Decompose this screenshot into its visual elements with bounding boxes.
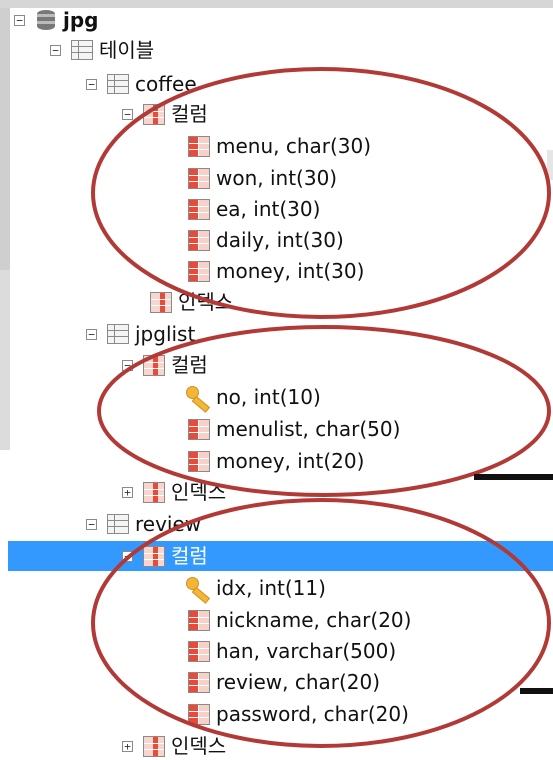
- tree-node-table-jpglist[interactable]: − jpglist: [86, 320, 195, 348]
- column-label: menulist, char(50): [216, 417, 401, 441]
- column-icon: [188, 640, 210, 662]
- column-icon: [188, 260, 210, 282]
- database-label: jpg: [63, 8, 99, 32]
- table-label: review: [135, 512, 202, 536]
- table-icon: [71, 40, 93, 60]
- tree-node-columns-selected[interactable]: − 컬럼: [122, 542, 208, 570]
- tree-node-columns[interactable]: − 컬럼: [122, 100, 208, 128]
- tree-node-column[interactable]: menu, char(30): [188, 132, 371, 160]
- table-icon: [107, 514, 129, 534]
- database-icon: [35, 8, 57, 32]
- column-label: menu, char(30): [216, 134, 372, 158]
- column-label: han, varchar(500): [216, 639, 397, 663]
- expand-toggle[interactable]: +: [122, 486, 133, 498]
- annotation-black-mark: [520, 688, 553, 694]
- collapse-toggle[interactable]: −: [122, 550, 133, 562]
- collapse-toggle[interactable]: −: [50, 44, 61, 56]
- column-icon: [188, 135, 210, 157]
- column-icon: [188, 609, 210, 631]
- tree-node-index[interactable]: + 인덱스: [122, 478, 226, 506]
- column-icon: [188, 229, 210, 251]
- column-label: review, char(20): [216, 670, 381, 694]
- tree-node-table-coffee[interactable]: − coffee: [86, 70, 197, 98]
- tables-folder-label: 테이블: [99, 38, 155, 62]
- column-label: won, int(30): [216, 166, 338, 190]
- window-edge-right: [547, 150, 553, 180]
- columns-folder-icon: [143, 545, 165, 567]
- tree-node-column[interactable]: password, char(20): [188, 700, 409, 728]
- window-edge-left-lower: [0, 270, 10, 450]
- index-label: 인덱스: [171, 734, 227, 758]
- annotation-black-mark: [474, 474, 553, 480]
- column-label: nickname, char(20): [216, 608, 412, 632]
- tree-node-column[interactable]: money, int(30): [188, 257, 364, 285]
- columns-folder-icon: [143, 103, 165, 125]
- column-label: password, char(20): [216, 702, 409, 726]
- tree-node-column-primary-key[interactable]: idx, int(11): [186, 574, 326, 602]
- tree-node-column[interactable]: review, char(20): [188, 668, 380, 696]
- column-icon: [188, 671, 210, 693]
- tree-node-tables[interactable]: − 테이블: [50, 36, 154, 64]
- column-icon: [188, 703, 210, 725]
- table-icon: [107, 74, 129, 94]
- columns-label: 컬럼: [171, 102, 208, 126]
- key-icon: [186, 577, 210, 599]
- tree-node-table-review[interactable]: − review: [86, 510, 201, 538]
- collapse-toggle[interactable]: −: [122, 359, 133, 371]
- expand-toggle[interactable]: +: [122, 740, 133, 752]
- tree-node-column-primary-key[interactable]: no, int(10): [186, 383, 321, 411]
- tree-node-column[interactable]: daily, int(30): [188, 226, 344, 254]
- tree-node-index[interactable]: + 인덱스: [122, 732, 226, 760]
- column-label: money, int(20): [216, 449, 365, 473]
- column-label: ea, int(30): [216, 197, 321, 221]
- column-label: money, int(30): [216, 259, 365, 283]
- tree-node-column[interactable]: money, int(20): [188, 447, 364, 475]
- index-label: 인덱스: [178, 290, 234, 314]
- column-icon: [188, 198, 210, 220]
- index-folder-icon: [143, 735, 165, 757]
- column-label: idx, int(11): [216, 576, 326, 600]
- collapse-toggle[interactable]: −: [122, 108, 133, 120]
- collapse-toggle[interactable]: −: [14, 14, 25, 26]
- key-icon: [186, 386, 210, 408]
- table-label: jpglist: [135, 322, 196, 346]
- tree-node-index[interactable]: 인덱스: [150, 288, 233, 316]
- tree-node-columns[interactable]: − 컬럼: [122, 351, 208, 379]
- column-icon: [188, 450, 210, 472]
- collapse-toggle[interactable]: −: [86, 518, 97, 530]
- collapse-toggle[interactable]: −: [86, 328, 97, 340]
- tree-node-column[interactable]: menulist, char(50): [188, 415, 400, 443]
- table-icon: [107, 324, 129, 344]
- index-label: 인덱스: [171, 480, 227, 504]
- window-edge-left: [0, 8, 10, 270]
- column-label: daily, int(30): [216, 228, 344, 252]
- column-icon: [188, 167, 210, 189]
- table-label: coffee: [135, 72, 197, 96]
- columns-label: 컬럼: [171, 353, 208, 377]
- tree-node-column[interactable]: han, varchar(500): [188, 637, 396, 665]
- index-folder-icon: [150, 291, 172, 313]
- columns-label: 컬럼: [171, 544, 208, 568]
- column-icon: [188, 418, 210, 440]
- tree-node-column[interactable]: nickname, char(20): [188, 606, 411, 634]
- tree-node-column[interactable]: won, int(30): [188, 164, 337, 192]
- columns-folder-icon: [143, 354, 165, 376]
- tree-node-database[interactable]: − jpg: [14, 6, 99, 34]
- selected-row-highlight: [8, 541, 553, 571]
- tree-node-column[interactable]: ea, int(30): [188, 195, 320, 223]
- collapse-toggle[interactable]: −: [86, 78, 97, 90]
- column-label: no, int(10): [216, 385, 321, 409]
- index-folder-icon: [143, 481, 165, 503]
